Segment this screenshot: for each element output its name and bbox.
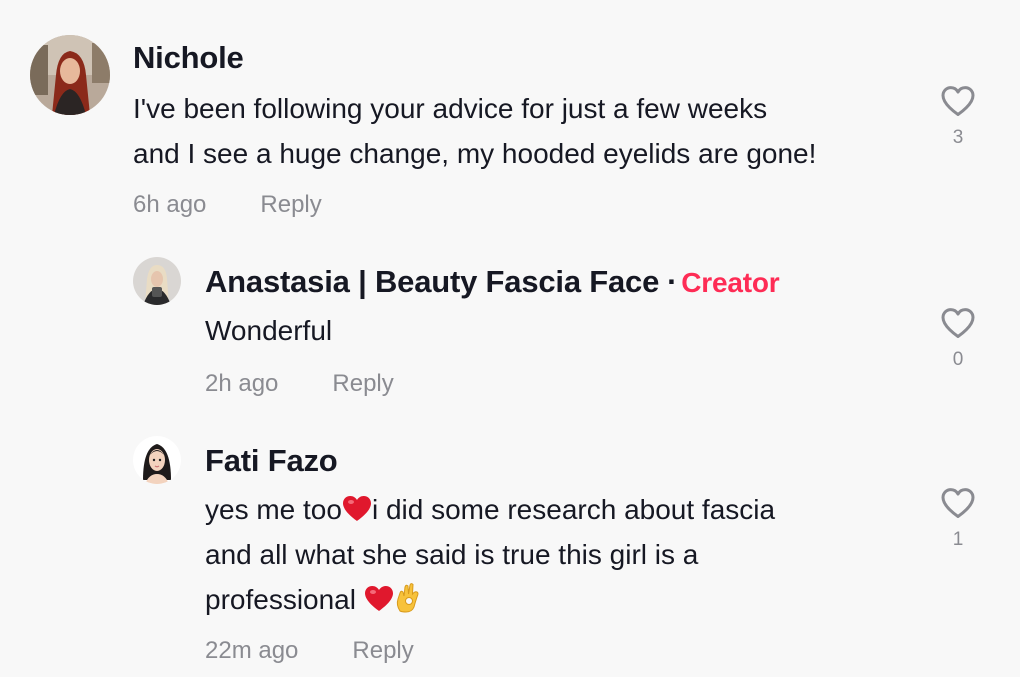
comment-text: yes me too i did some research about fasc… (205, 487, 775, 622)
comment-meta: 22m ago Reply (205, 636, 414, 666)
reply-button[interactable]: Reply (332, 370, 393, 397)
comment-meta: 6h ago Reply (133, 190, 322, 220)
heart-outline-icon (941, 308, 975, 338)
like-button[interactable]: 1 (938, 487, 978, 551)
text-fragment: professional (205, 584, 364, 615)
comment-text-line: professional (205, 577, 775, 622)
comment-text: Wonderful (205, 308, 332, 353)
reply-button[interactable]: Reply (260, 191, 321, 218)
comment-text-line: and all what she said is true this girl … (205, 539, 699, 570)
comment-username[interactable]: Fati Fazo (205, 441, 338, 481)
red-heart-emoji-icon (342, 496, 371, 521)
avatar[interactable] (133, 257, 181, 305)
comment-time: 6h ago (133, 191, 207, 218)
comment-text-line: yes me too i did some research about fasc… (205, 487, 775, 532)
avatar[interactable] (30, 35, 110, 115)
text-fragment: i did some research about fascia (371, 494, 776, 525)
avatar-photo-icon (133, 257, 181, 305)
comment-username[interactable]: Anastasia | Beauty Fascia Face · Creator (205, 262, 780, 303)
avatar-cartoon-icon (133, 436, 181, 484)
comment-meta: 2h ago Reply (205, 369, 394, 399)
comment-text: I've been following your advice for just… (133, 86, 816, 176)
avatar[interactable] (133, 436, 181, 484)
comment-time: 2h ago (205, 370, 279, 397)
comment-username[interactable]: Nichole (133, 38, 244, 78)
red-heart-emoji-icon (364, 586, 393, 611)
like-count: 1 (952, 529, 964, 550)
creator-name[interactable]: Anastasia | Beauty Fascia Face (205, 264, 659, 299)
like-count: 3 (952, 127, 964, 148)
like-count: 0 (952, 349, 964, 370)
heart-outline-icon (941, 488, 975, 518)
creator-badge: Creator (681, 267, 780, 298)
text-fragment: yes me too (205, 494, 342, 525)
ok-hand-emoji-icon (396, 583, 419, 613)
reply-button[interactable]: Reply (352, 637, 413, 664)
comment-text-line: Wonderful (205, 315, 333, 346)
heart-outline-icon (941, 86, 975, 116)
comment-text-line: and I see a huge change, my hooded eyeli… (133, 138, 817, 169)
comment-time: 22m ago (205, 637, 299, 664)
like-button[interactable]: 0 (938, 307, 978, 371)
comment-text-line: I've been following your advice for just… (133, 93, 768, 124)
like-button[interactable]: 3 (938, 85, 978, 149)
avatar-photo-icon (30, 35, 110, 115)
separator-dot: · (667, 264, 678, 299)
